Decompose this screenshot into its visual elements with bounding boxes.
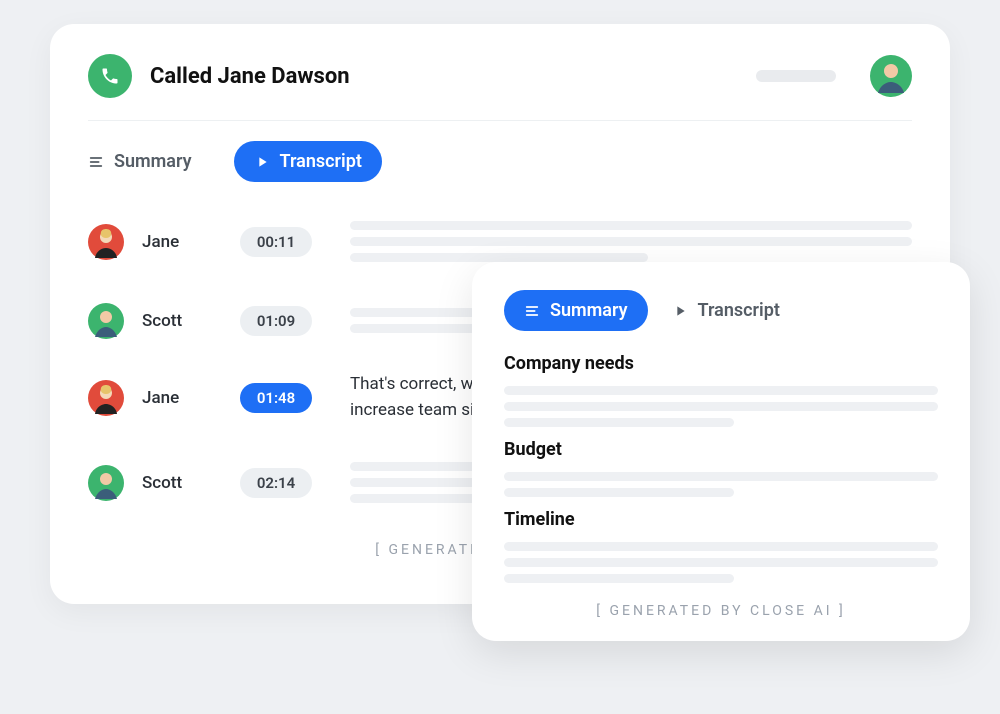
- card-header: Called Jane Dawson: [88, 54, 912, 98]
- timestamp-pill[interactable]: 01:09: [240, 306, 312, 336]
- speaker-name: Jane: [142, 388, 222, 408]
- section-placeholder-lines: [504, 542, 938, 583]
- timestamp-pill[interactable]: 02:14: [240, 468, 312, 498]
- section-placeholder-lines: [504, 472, 938, 497]
- section-title: Timeline: [504, 509, 938, 530]
- timestamp-pill-active[interactable]: 01:48: [240, 383, 312, 413]
- main-tabs: Summary Transcript: [88, 141, 912, 182]
- list-icon: [88, 154, 104, 170]
- user-avatar[interactable]: [870, 55, 912, 97]
- divider: [88, 120, 912, 121]
- tab-summary[interactable]: Summary: [88, 141, 212, 182]
- overlay-tab-summary[interactable]: Summary: [504, 290, 648, 331]
- play-icon: [672, 303, 688, 319]
- speaker-avatar-jane: [88, 224, 124, 260]
- call-title: Called Jane Dawson: [150, 64, 738, 89]
- phone-icon: [88, 54, 132, 98]
- overlay-tab-transcript[interactable]: Transcript: [672, 290, 800, 331]
- speaker-avatar-scott: [88, 465, 124, 501]
- summary-section: Company needs: [504, 353, 938, 427]
- list-icon: [524, 303, 540, 319]
- generated-by-footer: [ GENERATED BY CLOSE AI ]: [504, 603, 938, 619]
- speaker-name: Scott: [142, 311, 222, 331]
- tab-summary-label: Summary: [114, 151, 192, 172]
- overlay-tabs: Summary Transcript: [504, 290, 938, 331]
- overlay-tab-transcript-label: Transcript: [698, 300, 780, 321]
- tab-transcript[interactable]: Transcript: [234, 141, 382, 182]
- play-icon: [254, 154, 270, 170]
- speaker-avatar-jane: [88, 380, 124, 416]
- summary-section: Budget: [504, 439, 938, 497]
- summary-section: Timeline: [504, 509, 938, 583]
- speaker-name: Scott: [142, 473, 222, 493]
- section-placeholder-lines: [504, 386, 938, 427]
- transcript-lines: [330, 214, 912, 269]
- speaker-avatar-scott: [88, 303, 124, 339]
- tab-transcript-label: Transcript: [280, 151, 362, 172]
- timestamp-pill[interactable]: 00:11: [240, 227, 312, 257]
- summary-card: Summary Transcript Company needs Budget …: [472, 262, 970, 641]
- overlay-tab-summary-label: Summary: [550, 300, 628, 321]
- transcript-row: Jane 00:11: [88, 214, 912, 269]
- section-title: Company needs: [504, 353, 938, 374]
- header-placeholder: [756, 70, 836, 82]
- speaker-name: Jane: [142, 232, 222, 252]
- section-title: Budget: [504, 439, 938, 460]
